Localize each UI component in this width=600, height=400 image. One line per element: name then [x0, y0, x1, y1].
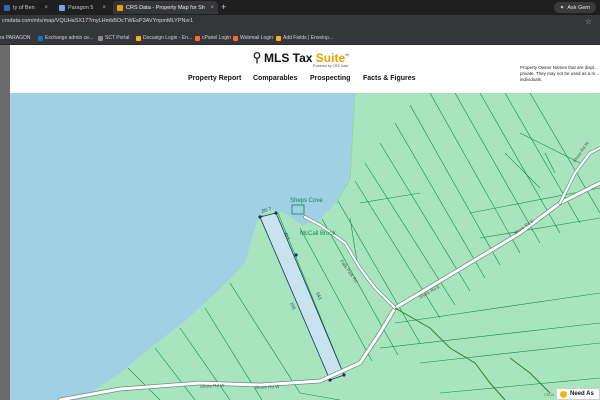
address-bar: crsdata.com/mls/map/VQUHaSX17?myLHmbBOcT… — [0, 15, 600, 33]
bookmark-label: Add Fields | Envelop... — [283, 35, 333, 41]
mls-tax-suite-logo[interactable]: MLS Tax Suite™ — [253, 51, 349, 65]
nav-property-report[interactable]: Property Report — [188, 75, 241, 82]
page-content: MLS Tax Suite™ Powered by CRS Data Prope… — [0, 45, 600, 400]
bookmark-cpanel[interactable]: cPanel Login — [195, 35, 231, 41]
cove-label: Sheps Cove — [290, 198, 323, 204]
bookmark-label: Docusign Login - En... — [143, 35, 193, 41]
bookmark-webmail[interactable]: Webmail Login — [233, 35, 273, 41]
bookmark-paragon[interactable]: ra PARAGON — [0, 35, 30, 41]
tab-favicon-icon — [4, 4, 10, 11]
tab-label: CRS Data - Property Map for Sh — [126, 4, 205, 11]
tab-label: ty of Ben — [13, 4, 35, 11]
left-side-panel — [0, 45, 10, 400]
tab-ty-of-ben[interactable]: ty of Ben × — [0, 1, 52, 14]
bookmark-label: cPanel Login — [202, 35, 231, 41]
gemini-icon: ✦ — [559, 4, 565, 11]
need-assistance-button[interactable]: Need As — [556, 388, 600, 400]
bookmark-label: Exchange admin ce... — [45, 35, 94, 41]
privacy-notice: Property Owner Names that are displ... p… — [520, 65, 599, 82]
new-tab-button[interactable]: + — [221, 1, 226, 13]
bookmark-label: ra PARAGON — [0, 35, 31, 41]
close-icon[interactable]: × — [102, 5, 106, 11]
nav-prospecting[interactable]: Prospecting — [310, 75, 350, 82]
bookmark-label: SCT Portal — [105, 35, 130, 41]
need-assistance-label: Need As — [570, 391, 594, 397]
url-field[interactable]: crsdata.com/mls/map/VQUHaSX17?myLHmbBOcT… — [2, 18, 193, 24]
bookmark-favicon-icon — [38, 35, 43, 41]
tab-paragon[interactable]: Paragon 5 × — [55, 1, 110, 14]
bookmark-favicon-icon — [136, 35, 141, 41]
tab-crs-data[interactable]: CRS Data - Property Map for Sh × — [113, 1, 218, 14]
tab-favicon-icon — [59, 4, 65, 11]
close-icon[interactable]: × — [44, 5, 48, 11]
logo-text: MLS Tax Suite™ — [264, 51, 350, 65]
bookmark-sct-portal[interactable]: SCT Portal — [98, 35, 129, 41]
map-attribution: ©2024 — [543, 393, 554, 397]
property-map[interactable]: Sheps Cove McCall Brook Shore Rd W Shore… — [0, 93, 600, 400]
bookmark-favicon-icon — [98, 35, 103, 41]
road-label-shore-w-2: Shore Rd W — [255, 384, 280, 390]
bookmark-label: Webmail Login — [240, 35, 273, 41]
bookmark-favicon-icon — [276, 35, 281, 41]
ask-gemini-button[interactable]: ✦ Ask Gem — [553, 2, 596, 13]
bookmarks-bar: ra PARAGON Exchange admin ce... SCT Port… — [0, 33, 600, 45]
help-icon — [560, 390, 567, 398]
bookmark-add-fields[interactable]: Add Fields | Envelop... — [276, 35, 333, 41]
close-icon[interactable]: × — [210, 5, 214, 11]
bookmark-favicon-icon — [195, 35, 200, 41]
tab-favicon-icon — [117, 4, 123, 11]
bookmark-docusign[interactable]: Docusign Login - En... — [136, 35, 192, 41]
gemini-label: Ask Gem — [567, 4, 590, 11]
site-header: MLS Tax Suite™ Powered by CRS Data Prope… — [10, 45, 600, 93]
browser-tab-bar: ty of Ben × Paragon 5 × CRS Data - Prope… — [0, 0, 600, 15]
brook-label: McCall Brook — [300, 231, 337, 237]
nav-facts-figures[interactable]: Facts & Figures — [363, 75, 416, 82]
bookmark-favicon-icon — [233, 35, 238, 41]
tab-label: Paragon 5 — [68, 4, 94, 11]
bookmark-star-icon[interactable]: ☆ — [585, 17, 592, 26]
map-pin-icon — [253, 52, 261, 64]
logo-subtitle: Powered by CRS Data — [313, 64, 349, 68]
nav-comparables[interactable]: Comparables — [253, 75, 297, 82]
bookmark-exchange-admin[interactable]: Exchange admin ce... — [38, 35, 93, 41]
